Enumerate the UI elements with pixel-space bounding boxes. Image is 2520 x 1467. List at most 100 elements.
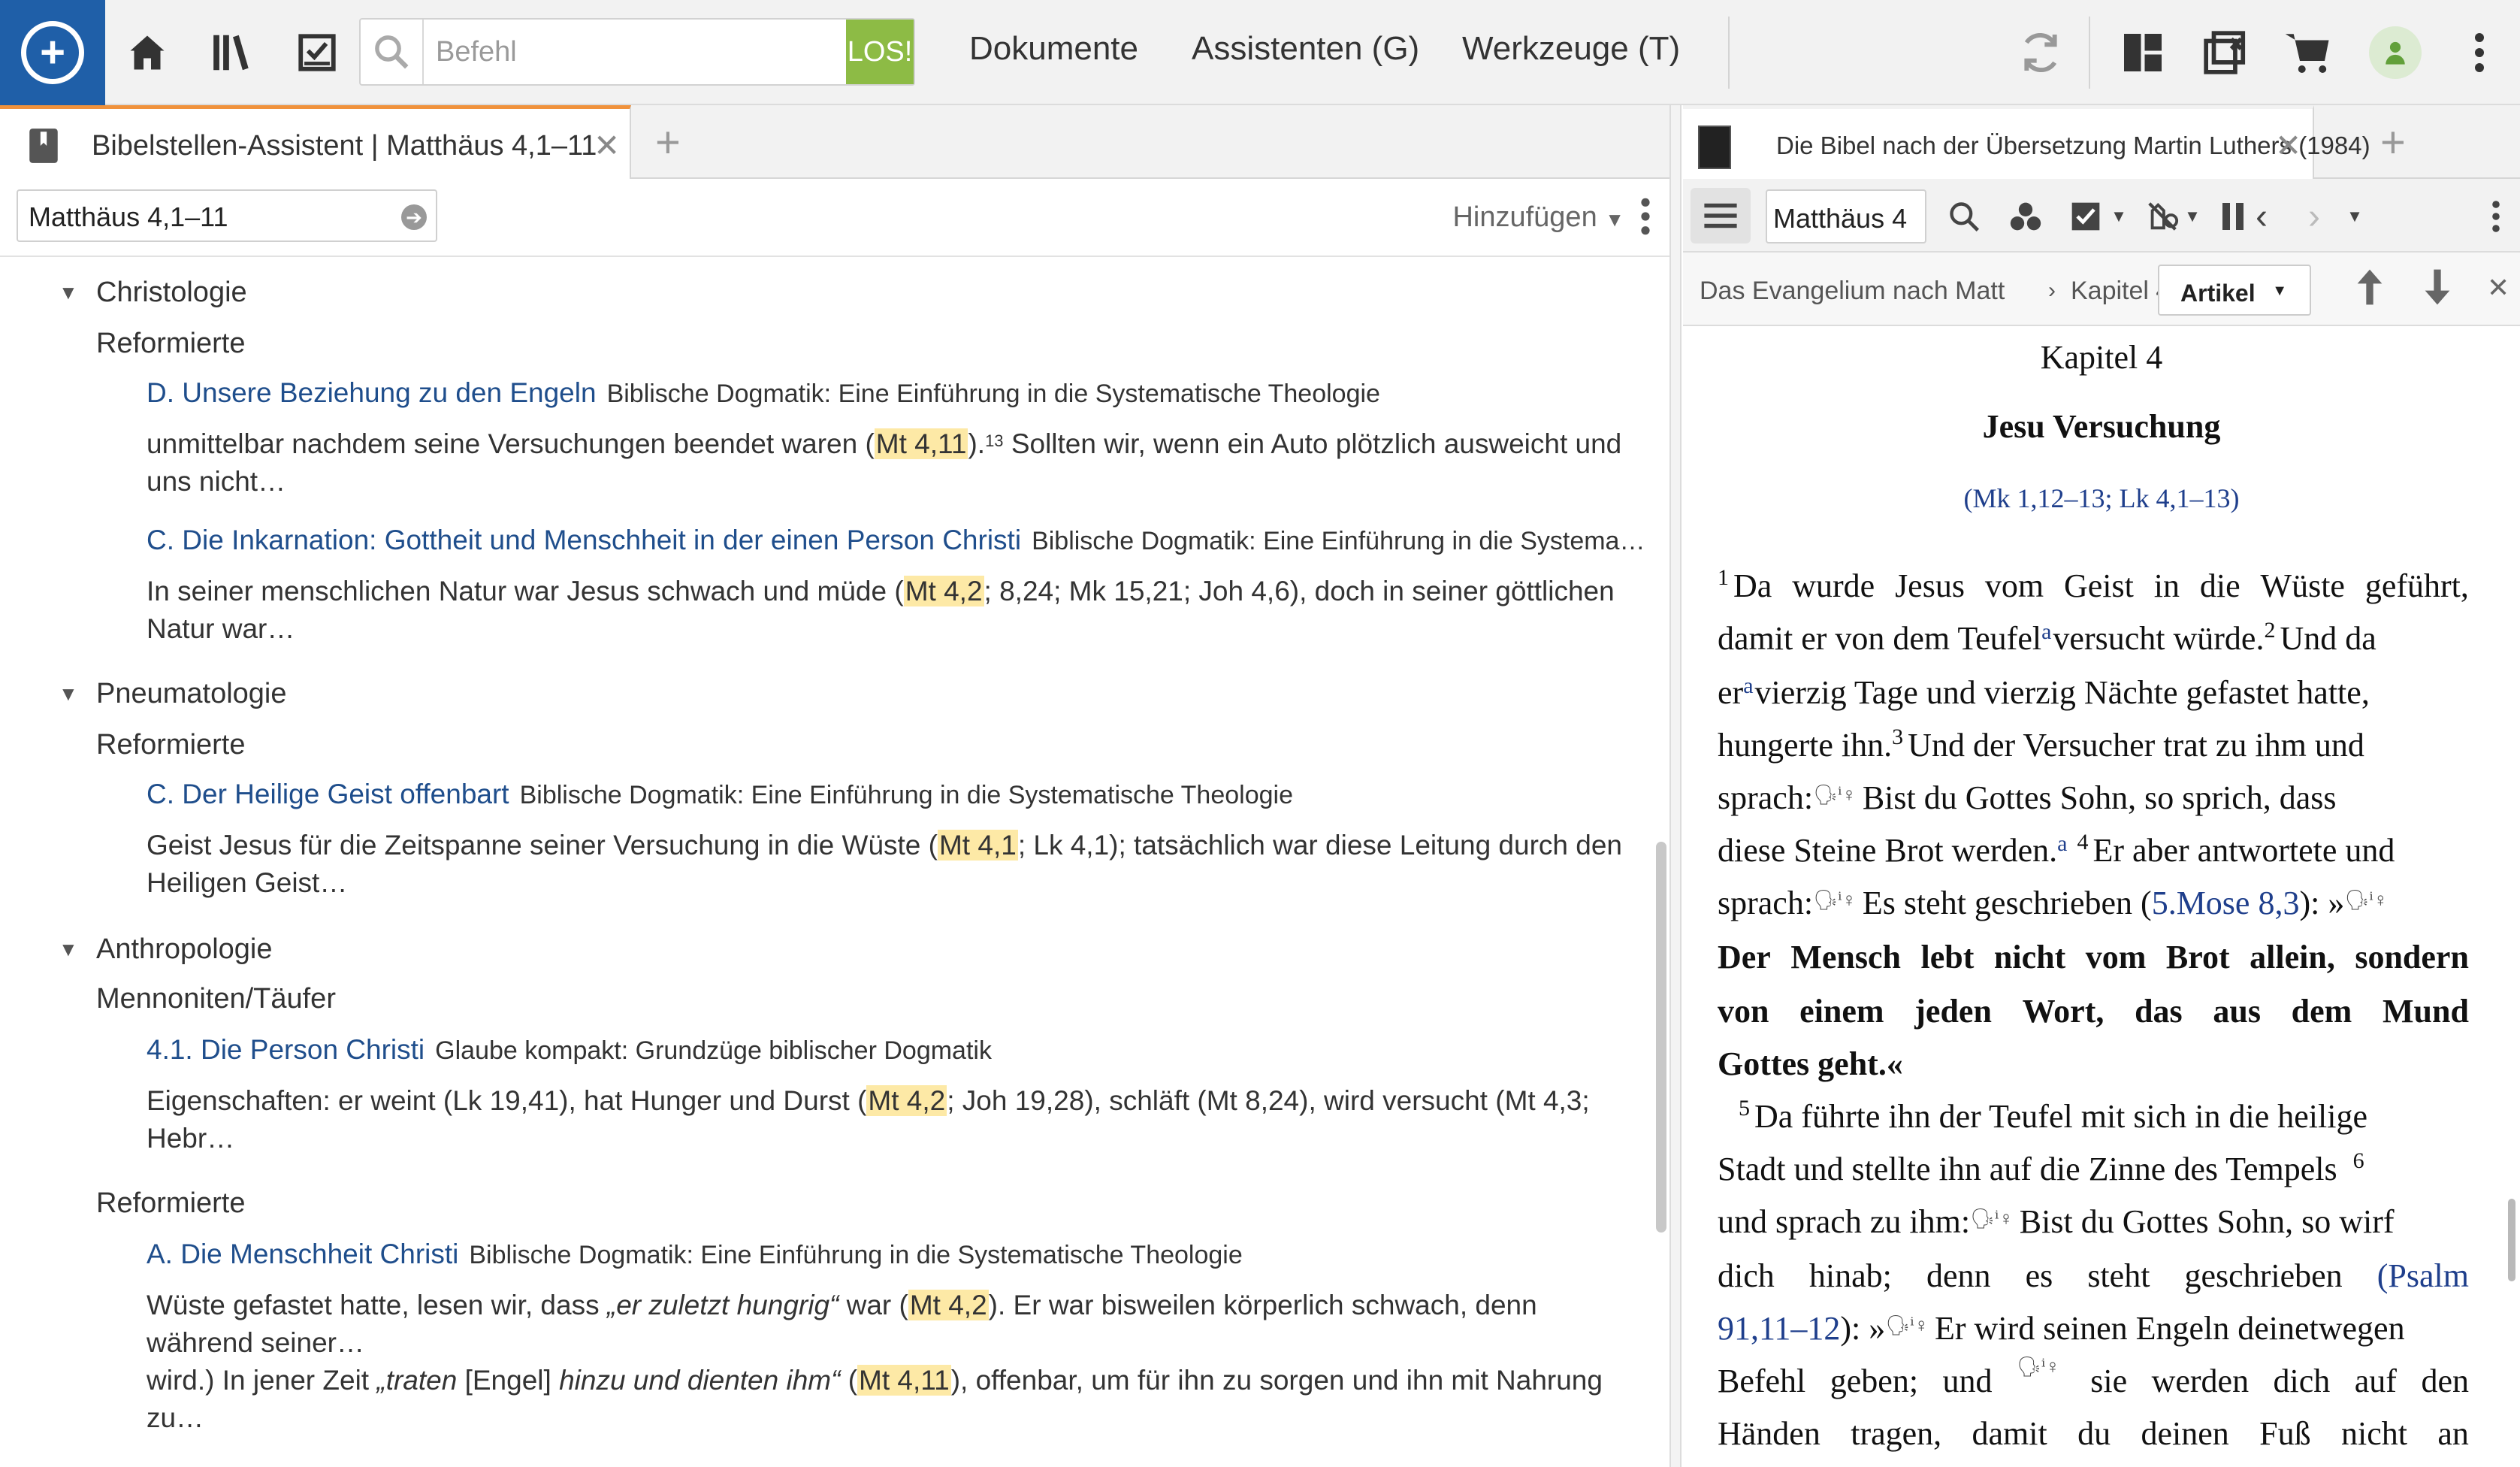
highlighted-reference[interactable]: Mt 4,1 [937,830,1018,861]
scroll-down-icon[interactable] [2422,266,2452,315]
tab-passage-guide[interactable]: Bibelstellen-Assistent | Matthäus 4,1–11… [0,105,631,179]
article-link[interactable]: C. Der Heilige Geist offenbart [147,779,509,809]
parallel-link[interactable]: Mk 1,12–13 [1972,483,2105,513]
verse-number[interactable]: 5 [1739,1096,1750,1121]
speaker-icon[interactable]: 🗣‪ⁱ‬♀ [2017,1356,2060,1394]
panel-menu-icon[interactable] [1638,195,1653,246]
left-scrollbar[interactable] [1656,842,1666,1233]
collapse-triangle-icon[interactable]: ▼ [59,682,78,706]
source-title[interactable]: Biblische Dogmatik: Eine Einführung in d… [607,380,1380,408]
visual-filter-icon[interactable] [2006,200,2045,233]
breadcrumb-book[interactable]: Das Evangelium nach Matt [1700,277,2005,306]
home-icon[interactable] [117,23,177,83]
reference-input[interactable]: Matthäus 4 [1766,189,1926,243]
article-link[interactable]: A. Die Menschheit Christi [147,1239,458,1269]
search-icon[interactable] [1944,200,1984,233]
footnote-marker[interactable]: 13 [985,431,1003,450]
tab-bible[interactable]: Die Bibel nach der Übersetzung Martin Lu… [1683,105,2370,179]
footnote-marker[interactable]: a [2057,831,2067,857]
section-heading[interactable]: Pneumatologie [96,678,287,710]
reference-input[interactable]: Matthäus 4,1–11 ➔ [17,189,437,242]
interlinear-off-icon[interactable] [2143,200,2182,233]
bible-text: Kapitel 4 Jesu Versuchung (Mk 1,12–13; L… [1683,328,2520,1467]
menu-dokumente[interactable]: Dokumente [969,30,1138,68]
parallel-references: (Mk 1,12–13; Lk 4,1–13) [1683,482,2520,514]
verse-word: es [2025,1257,2053,1294]
cross-reference-link[interactable]: 5.Mose 8,3 [2152,884,2300,922]
article-select[interactable]: Artikel ▼ [2158,265,2311,316]
command-input[interactable] [436,27,826,77]
close-tabs-icon[interactable] [2195,23,2256,83]
article-link[interactable]: D. Unsere Beziehung zu den Engeln [147,377,597,408]
close-tab-icon[interactable]: ✕ [2275,127,2301,164]
highlighted-reference[interactable]: Mt 4,2 [866,1085,947,1116]
verse-number[interactable]: 1 [1718,565,1729,591]
right-scrollbar[interactable] [2508,1199,2515,1281]
speaker-icon[interactable]: 🗣‪ⁱ‬♀ [2344,889,2388,912]
article-link[interactable]: 4.1. Die Person Christi [147,1034,425,1065]
highlighted-reference[interactable]: Mt 4,2 [908,1290,989,1320]
panel-splitter[interactable] [1669,105,1682,1467]
source-title[interactable]: Biblische Dogmatik: Eine Einführung in d… [469,1241,1242,1269]
result-excerpt: Wüste gefastet hatte, lesen wir, dass „e… [147,1287,1642,1362]
verse-text: vierzig Tage und vierzig Nächte gefastet… [1754,674,2370,711]
source-title[interactable]: Glaube kompakt: Grundzüge biblischer Dog… [435,1036,992,1065]
parallel-icon[interactable] [2219,200,2247,233]
highlighted-reference[interactable]: Mt 4,2 [903,576,984,606]
section-heading[interactable]: Anthropologie [96,933,273,966]
verse-line: damit er von dem Teufel aversucht würde.… [1718,618,2469,658]
new-tab-icon[interactable]: + [2380,117,2406,168]
parallel-link[interactable]: Lk 4,1–13 [2120,483,2231,513]
speaker-icon[interactable]: 🗣‪ⁱ‬♀ [1813,784,1857,806]
verse-word: den [2421,1363,2469,1399]
layouts-icon[interactable] [2113,23,2173,83]
forward-arrow-icon[interactable]: › [2301,197,2328,237]
library-icon[interactable] [203,23,263,83]
highlighted-reference[interactable]: Mt 4,11 [874,428,968,459]
verse-number[interactable]: 4 [2077,830,2088,855]
chevron-down-icon[interactable]: ▼ [2344,200,2365,233]
chevron-down-icon[interactable]: ▼ [2108,200,2129,233]
footnote-marker[interactable]: a [2041,619,2051,645]
panel-menu-icon[interactable] [2487,200,2505,233]
verse-line: Der Mensch lebt nicht vom Brot allein, s… [1718,938,2469,976]
speaker-icon[interactable]: 🗣‪ⁱ‬♀ [1813,889,1857,912]
close-tab-icon[interactable]: ✕ [594,127,620,164]
sync-icon[interactable] [2011,23,2071,83]
add-dropdown[interactable]: Hinzufügen ▼ [1452,201,1624,234]
source-title[interactable]: Biblische Dogmatik: Eine Einführung in d… [520,781,1293,809]
menu-assistenten[interactable]: Assistenten (G) [1192,30,1419,68]
verse-word: dich [1718,1257,1775,1294]
article-link[interactable]: C. Die Inkarnation: Gottheit und Menschh… [147,525,1021,555]
go-arrow-icon[interactable]: ➔ [401,204,427,230]
source-title[interactable]: Biblische Dogmatik: Eine Einführung in d… [1032,527,1645,555]
close-icon[interactable]: ✕ [2487,272,2509,304]
footnote-marker[interactable]: a [1743,673,1753,699]
verse-line: und sprach zu ihm: 🗣‪ⁱ‬♀ Bist du Gottes S… [1718,1202,2469,1241]
inline-tasks-icon[interactable] [2066,200,2105,233]
hamburger-icon[interactable] [1691,188,1751,243]
user-status-icon[interactable] [2365,23,2425,83]
chevron-down-icon[interactable]: ▼ [2182,200,2203,233]
tasks-icon[interactable] [287,23,347,83]
verse-number[interactable]: 2 [2264,618,2275,643]
section-heading[interactable]: Christologie [96,277,247,309]
collapse-triangle-icon[interactable]: ▼ [59,281,78,304]
verse-number[interactable]: 3 [1892,724,1903,750]
back-arrow-icon[interactable]: ‹ [2248,197,2275,237]
cart-icon[interactable] [2278,23,2338,83]
cross-reference-link[interactable]: 91,11–12 [1718,1309,1840,1348]
speaker-icon[interactable]: 🗣‪ⁱ‬♀ [1970,1208,2014,1230]
menu-werkzeuge[interactable]: Werkzeuge (T) [1462,30,1680,68]
cross-reference-link[interactable]: (Psalm [2377,1257,2469,1295]
scroll-up-icon[interactable] [2355,266,2385,315]
verse-number[interactable]: 6 [2353,1148,2364,1174]
breadcrumb-chapter[interactable]: Kapitel 4 [2071,277,2170,306]
collapse-triangle-icon[interactable]: ▼ [59,938,78,961]
new-tab-icon[interactable]: + [655,117,681,168]
more-icon[interactable] [2449,23,2509,83]
speaker-icon[interactable]: 🗣‪ⁱ‬♀ [1885,1314,1929,1337]
logos-logo-button[interactable]: + [0,0,105,105]
go-button[interactable]: LOS! [846,20,914,84]
highlighted-reference[interactable]: Mt 4,11 [857,1365,951,1396]
